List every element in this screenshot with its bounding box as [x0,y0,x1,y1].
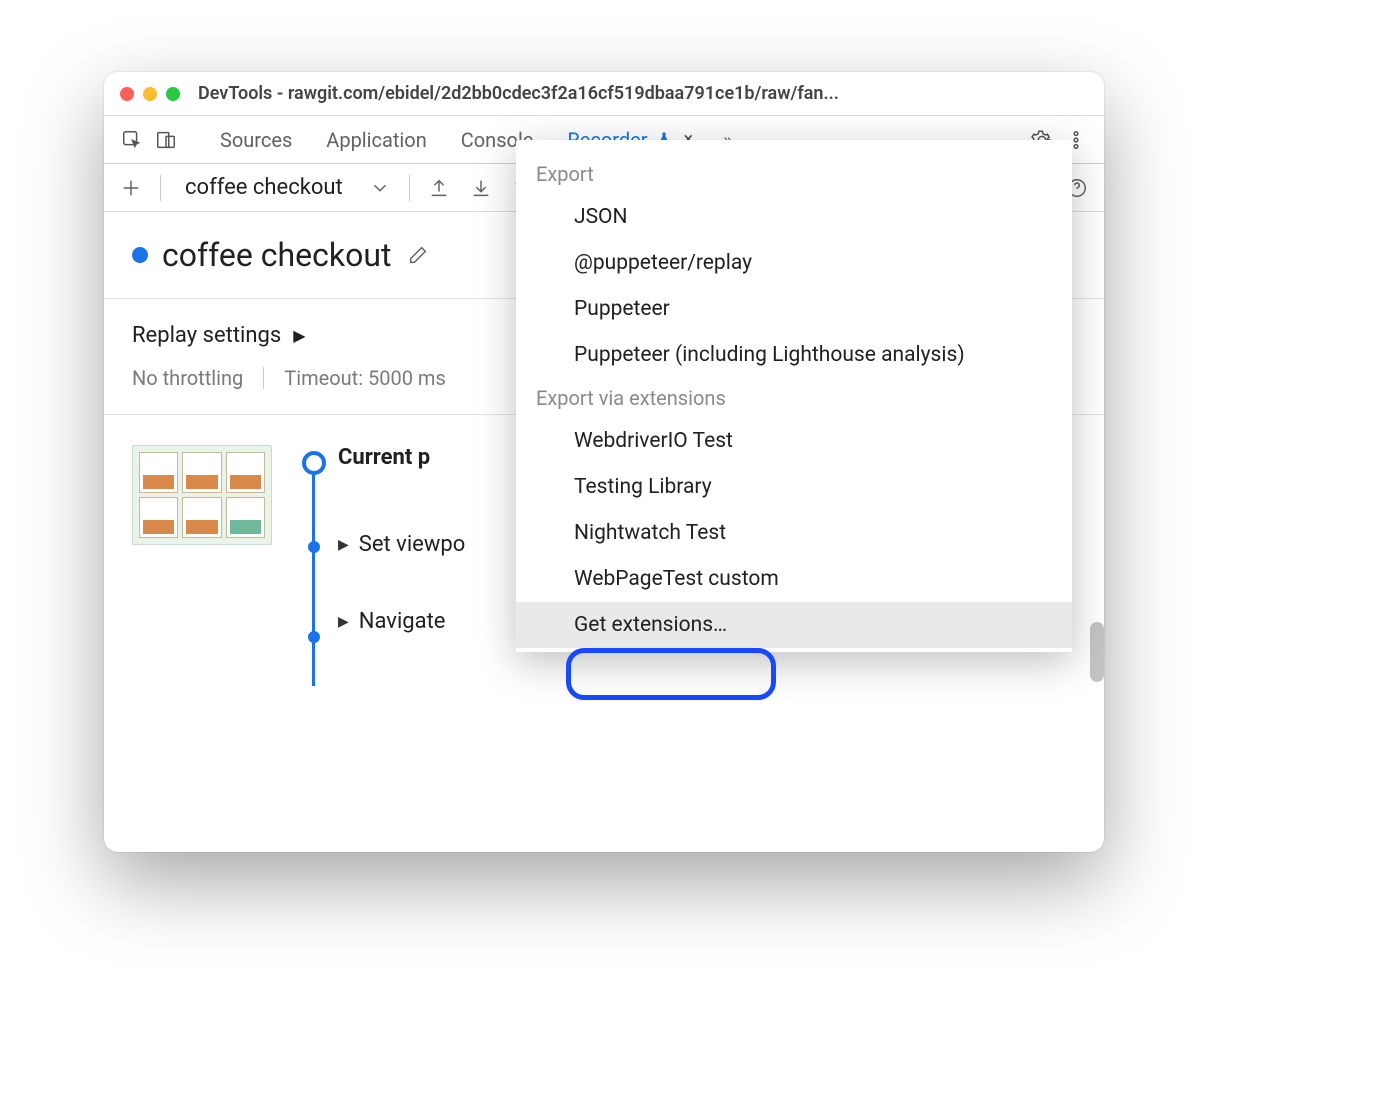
step-label: Set viewpo [359,532,466,557]
maximize-window-icon[interactable] [166,87,180,101]
menu-item-testing-library[interactable]: Testing Library [516,464,1072,510]
timeline-node-icon [308,541,320,553]
caret-right-icon: ▶ [338,537,349,553]
throttling-value: No throttling [132,366,243,390]
recording-selector[interactable]: coffee checkout [177,175,351,200]
caret-right-icon: ▶ [293,326,305,345]
menu-header-export: Export [516,154,1072,194]
export-icon[interactable] [426,175,452,201]
timeline-node-icon [308,631,320,643]
chevron-down-icon[interactable] [367,175,393,201]
timeline-node-icon [302,451,326,475]
device-toggle-icon[interactable] [152,126,180,154]
inspect-icon[interactable] [118,126,146,154]
tab-sources[interactable]: Sources [206,118,306,162]
scrollbar-thumb[interactable] [1090,622,1104,682]
menu-item-puppeteer-replay[interactable]: @puppeteer/replay [516,240,1072,286]
menu-item-get-extensions[interactable]: Get extensions… [516,602,1072,648]
menu-item-puppeteer[interactable]: Puppeteer [516,286,1072,332]
recording-indicator-icon [132,247,148,263]
menu-item-webdriverio[interactable]: WebdriverIO Test [516,418,1072,464]
caret-right-icon: ▶ [338,614,349,630]
recording-title: coffee checkout [162,236,391,274]
divider [160,175,161,201]
divider [409,175,410,201]
step-label: Current p [338,445,430,470]
import-icon[interactable] [468,175,494,201]
timeline-line [312,461,315,686]
menu-header-extensions: Export via extensions [516,378,1072,418]
page-thumbnail [132,445,272,545]
menu-item-nightwatch[interactable]: Nightwatch Test [516,510,1072,556]
minimize-window-icon[interactable] [143,87,157,101]
tab-application[interactable]: Application [312,118,440,162]
step-label: Navigate [359,609,446,634]
edit-title-icon[interactable] [405,242,431,268]
menu-item-webpagetest[interactable]: WebPageTest custom [516,556,1072,602]
replay-settings-label: Replay settings [132,323,281,348]
window-title: DevTools - rawgit.com/ebidel/2d2bb0cdec3… [198,83,1088,104]
menu-item-puppeteer-lighthouse[interactable]: Puppeteer (including Lighthouse analysis… [516,332,1072,378]
close-window-icon[interactable] [120,87,134,101]
divider [263,367,264,389]
add-recording-icon[interactable] [118,175,144,201]
traffic-lights [120,87,180,101]
titlebar: DevTools - rawgit.com/ebidel/2d2bb0cdec3… [104,72,1104,116]
menu-item-json[interactable]: JSON [516,194,1072,240]
timeout-value: Timeout: 5000 ms [284,366,446,390]
export-menu: Export JSON @puppeteer/replay Puppeteer … [516,140,1072,652]
